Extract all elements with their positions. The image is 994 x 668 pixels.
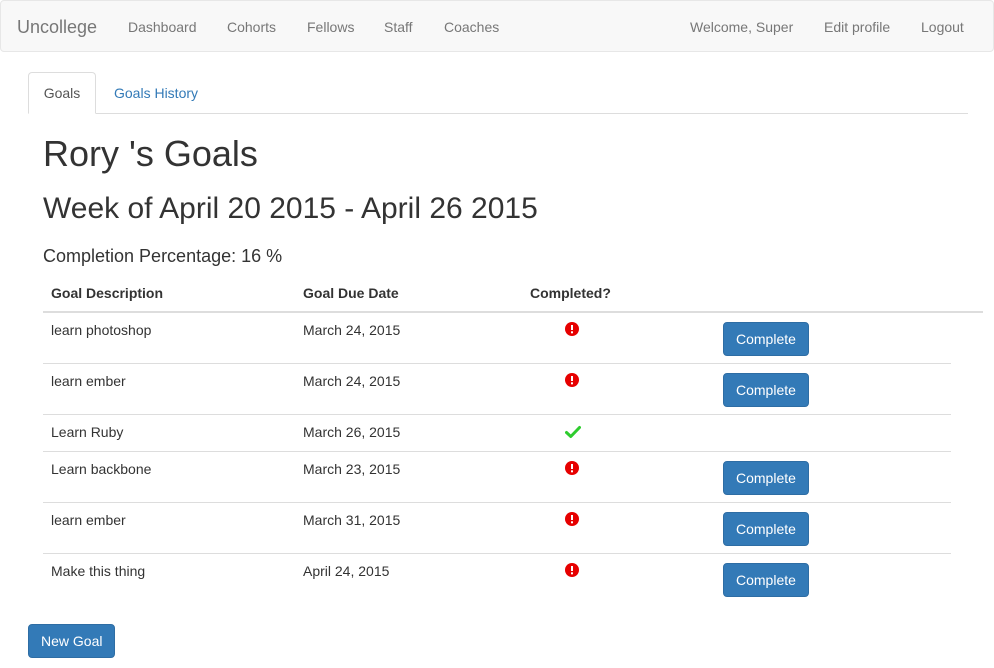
nav-logout[interactable]: Logout (921, 18, 964, 36)
exclamation-circle-icon (565, 461, 579, 475)
exclamation-circle-icon (565, 563, 579, 577)
complete-button[interactable]: Complete (723, 512, 809, 546)
complete-button[interactable]: Complete (723, 322, 809, 356)
exclamation-circle-icon (565, 512, 579, 526)
goal-description: learn ember (51, 373, 126, 389)
goal-description: Learn Ruby (51, 424, 124, 440)
goal-description: learn ember (51, 512, 126, 528)
nav-fellows[interactable]: Fellows (307, 18, 354, 36)
goal-description: learn photoshop (51, 322, 152, 338)
complete-button[interactable]: Complete (723, 373, 809, 407)
nav-dashboard[interactable]: Dashboard (128, 18, 197, 36)
goal-description: Learn backbone (51, 461, 152, 477)
table-row: Learn backbone March 23, 2015 Complete (43, 452, 951, 503)
new-goal-button[interactable]: New Goal (28, 624, 116, 658)
goal-due-date: March 26, 2015 (303, 424, 401, 440)
table-row: learn ember March 31, 2015 Complete (43, 503, 951, 554)
table-row: Learn Ruby March 26, 2015 (43, 415, 951, 452)
tab-goals-history[interactable]: Goals History (114, 72, 198, 114)
goal-due-date: April 24, 2015 (303, 563, 390, 579)
header-completed: Completed? (530, 285, 611, 301)
goal-due-date: March 23, 2015 (303, 461, 401, 477)
complete-button[interactable]: Complete (723, 563, 809, 597)
completion-percentage: Completion Percentage: 16 % (43, 246, 283, 266)
brand-link[interactable]: Uncollege (17, 17, 97, 37)
goal-due-date: March 24, 2015 (303, 373, 401, 389)
nav-coaches[interactable]: Coaches (444, 18, 499, 36)
table-header: Goal Description Goal Due Date Completed… (43, 274, 983, 313)
table-row: Make this thing April 24, 2015 Complete (43, 554, 951, 605)
nav-edit-profile[interactable]: Edit profile (824, 18, 890, 36)
goal-due-date: March 24, 2015 (303, 322, 401, 338)
navbar: Uncollege Dashboard Cohorts Fellows Staf… (0, 0, 994, 52)
page-title: Rory 's Goals (43, 133, 258, 174)
table-row: learn photoshop March 24, 2015 Complete (43, 313, 951, 364)
tab-goals[interactable]: Goals (28, 72, 96, 114)
complete-button[interactable]: Complete (723, 461, 809, 495)
goal-due-date: March 31, 2015 (303, 512, 401, 528)
goal-description: Make this thing (51, 563, 146, 579)
exclamation-circle-icon (565, 322, 579, 336)
exclamation-circle-icon (565, 373, 579, 387)
checkmark-icon (565, 426, 581, 438)
nav-staff[interactable]: Staff (384, 18, 413, 36)
week-heading: Week of April 20 2015 - April 26 2015 (43, 192, 538, 225)
table-row: learn ember March 24, 2015 Complete (43, 364, 951, 415)
nav-welcome-user[interactable]: Welcome, Super (690, 18, 793, 36)
nav-cohorts[interactable]: Cohorts (227, 18, 276, 36)
goals-tabs: Goals Goals History (28, 72, 968, 114)
header-goal-due-date: Goal Due Date (303, 285, 399, 301)
header-goal-description: Goal Description (51, 285, 164, 301)
